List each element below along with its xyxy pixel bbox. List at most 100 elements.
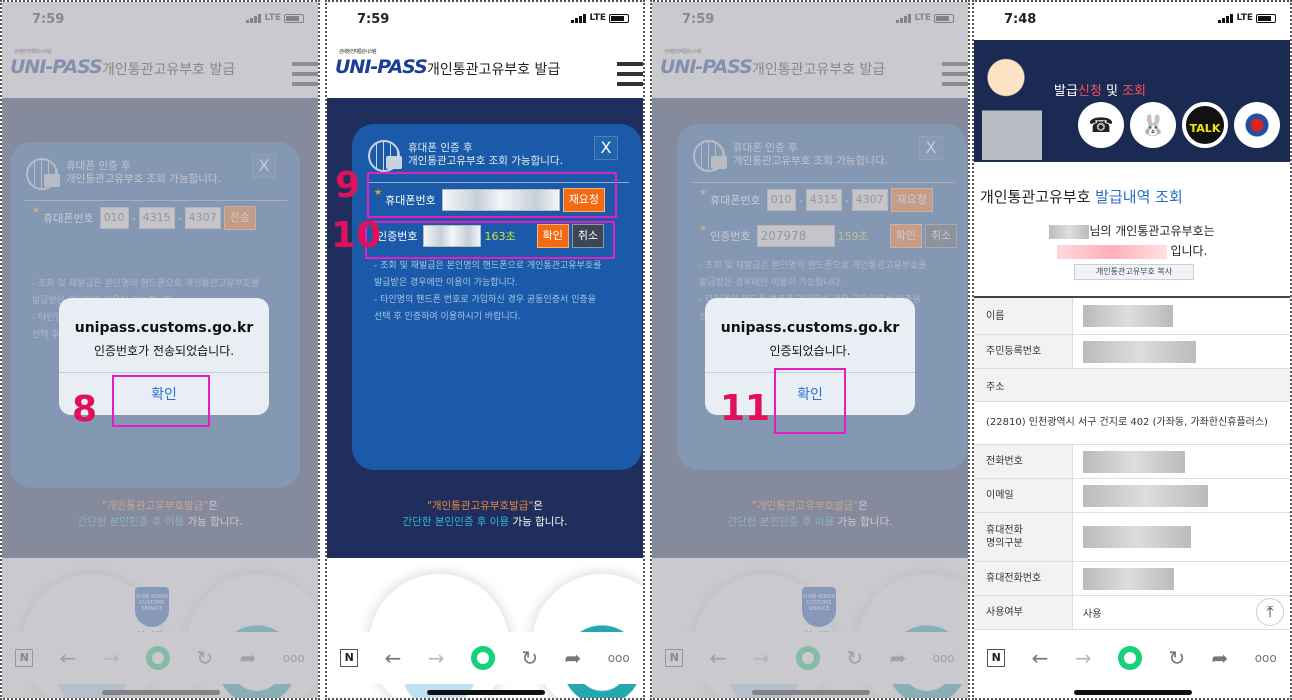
refresh-icon[interactable]: ↻ bbox=[1168, 646, 1185, 670]
alert-message: 인증번호가 전송되었습니다. bbox=[93, 344, 235, 358]
row-label: 주소 bbox=[974, 369, 1290, 401]
status-bar: 7:48 LTE bbox=[974, 2, 1290, 36]
close-button[interactable]: X bbox=[594, 136, 618, 160]
footer-quote: "개인통관고유부호발급" bbox=[427, 500, 534, 512]
green-dot-button[interactable] bbox=[1117, 646, 1142, 670]
status-time: 7:59 bbox=[357, 12, 390, 27]
text-segment: 조회 bbox=[1122, 84, 1146, 99]
issuance-details-table: 이름 주민등록번호 주소 (22810) 인천광역시 서구 건지로 402 (가좌동,… bbox=[974, 296, 1290, 630]
annotation-box-phone bbox=[367, 172, 617, 218]
card-title-line: 개인통관고유부호 조회 가능합니다. bbox=[408, 155, 563, 167]
page-title: 개인통관고유부호 발급 bbox=[427, 62, 561, 78]
detective-mascot-icon bbox=[982, 50, 1042, 160]
text-segment: 신청 bbox=[1077, 84, 1102, 99]
table-row: 사용여부 사용 bbox=[974, 596, 1290, 630]
table-row: 이메일 bbox=[974, 479, 1290, 513]
naver-home-button[interactable]: N bbox=[987, 649, 1006, 667]
status-time: 7:48 bbox=[1004, 12, 1037, 27]
row-value-redacted bbox=[1073, 335, 1290, 368]
share-icon[interactable]: ➦ bbox=[565, 646, 582, 670]
row-value-redacted bbox=[1073, 445, 1290, 478]
row-value-redacted bbox=[1073, 513, 1290, 561]
network-label: LTE bbox=[1236, 13, 1253, 23]
notice-line: - 조회 및 재발급은 본인명의 핸드폰으로 개인통관고유부호를 bbox=[374, 261, 602, 271]
notice-text: - 조회 및 재발급은 본인명의 핸드폰으로 개인통관고유부호를 발급받은 경우… bbox=[374, 258, 634, 326]
forward-arrow-icon[interactable]: → bbox=[428, 646, 445, 670]
network-label: LTE bbox=[589, 13, 606, 23]
table-row: 주민등록번호 bbox=[974, 335, 1290, 369]
battery-icon bbox=[609, 13, 629, 23]
row-label: 전화번호 bbox=[974, 445, 1073, 478]
hamburger-menu-icon[interactable] bbox=[617, 62, 643, 92]
signal-icon bbox=[1218, 13, 1234, 23]
step-number: 11 bbox=[720, 388, 771, 429]
text-segment: 발급 bbox=[1054, 84, 1078, 99]
green-dot-button[interactable] bbox=[470, 646, 495, 670]
mascot-chat-icon[interactable]: 🐰 bbox=[1130, 102, 1176, 148]
annotation-box bbox=[774, 368, 846, 434]
card-title-line: 휴대폰 인증 후 bbox=[408, 142, 473, 154]
copy-code-button[interactable]: 개인통관고유부호 복사 bbox=[1074, 264, 1194, 280]
home-indicator bbox=[427, 690, 545, 695]
government-emblem-icon[interactable] bbox=[1234, 102, 1280, 148]
browser-toolbar: N ← → ↻ ➦ ooo bbox=[327, 632, 643, 684]
row-value-redacted bbox=[1073, 562, 1290, 595]
more-icon[interactable]: ooo bbox=[608, 651, 630, 665]
row-value-redacted bbox=[1073, 479, 1290, 512]
forward-arrow-icon[interactable]: → bbox=[1075, 646, 1092, 670]
alert-domain: unipass.customs.go.kr bbox=[720, 320, 900, 336]
more-icon[interactable]: ooo bbox=[1255, 651, 1277, 665]
phone-screen-3: 7:59 LTE 관세청 전자통관시스템UNI-PASS 개인통관고유부호 발급… bbox=[650, 0, 970, 700]
owner-suffix: 님의 개인통관고유부호는 bbox=[1089, 224, 1215, 238]
phone-screen-2: 7:59 LTE 관세청 전자통관시스템 UNI-PASS 개인통관고유부호 발급… bbox=[325, 0, 645, 700]
kakaotalk-icon[interactable]: TALK bbox=[1182, 102, 1228, 148]
phone-call-icon[interactable]: ☎ bbox=[1078, 102, 1124, 148]
table-row: 주소 bbox=[974, 369, 1290, 402]
card-title: 휴대폰 인증 후개인통관고유부호 조회 가능합니다. bbox=[408, 142, 563, 168]
row-label: 휴대전화 명의구분 bbox=[974, 513, 1073, 561]
battery-icon bbox=[1256, 13, 1276, 23]
refresh-icon[interactable]: ↻ bbox=[521, 646, 538, 670]
table-row: 휴대전화 명의구분 bbox=[974, 513, 1290, 562]
table-row: 이름 bbox=[974, 298, 1290, 335]
back-arrow-icon[interactable]: ← bbox=[385, 646, 402, 670]
footer-highlight: 간단한 본인인증 후 이용 bbox=[402, 516, 510, 528]
row-value-redacted bbox=[1073, 298, 1290, 334]
phone-screen-4: 7:48 LTE 발급신청 및 조회 ☎ 🐰 TALK 개인통관고유부호 발급내… bbox=[972, 0, 1292, 700]
back-arrow-icon[interactable]: ← bbox=[1032, 646, 1049, 670]
text-segment: 발급내역 조회 bbox=[1095, 188, 1183, 206]
scroll-top-button[interactable]: ⤒ bbox=[1256, 598, 1284, 626]
home-indicator bbox=[1074, 690, 1192, 695]
alert-domain: unipass.customs.go.kr bbox=[74, 320, 254, 336]
notice-line: 발급받은 경우에만 이용이 가능합니다. bbox=[374, 278, 518, 288]
footer-suffix: 가능 합니다. bbox=[509, 516, 568, 528]
code-suffix: 입니다. bbox=[1166, 244, 1208, 258]
step-number: 8 bbox=[72, 389, 98, 430]
annotation-box-auth bbox=[365, 221, 615, 259]
status-icons: LTE bbox=[571, 13, 629, 23]
browser-toolbar: N ← → ↻ ➦ ooo bbox=[974, 632, 1290, 684]
row-label: 주민등록번호 bbox=[974, 335, 1073, 368]
notice-line: 선택 후 인증하여 이용하시기 바랍니다. bbox=[374, 312, 521, 322]
site-header: 관세청 전자통관시스템UNI-PASS 개인통관고유부호 발급 bbox=[327, 42, 643, 98]
step-number: 10 bbox=[331, 215, 382, 256]
alert-message: 인증되었습니다. bbox=[769, 344, 851, 358]
unipass-logo[interactable]: 관세청 전자통관시스템UNI-PASS bbox=[335, 49, 428, 78]
address-value: (22810) 인천광역시 서구 건지로 402 (가좌동, 가좌한신휴플러스) bbox=[986, 417, 1268, 428]
status-icons: LTE bbox=[1218, 13, 1276, 23]
naver-home-button[interactable]: N bbox=[340, 649, 359, 667]
share-icon[interactable]: ➦ bbox=[1212, 646, 1229, 670]
status-bar: 7:59 LTE bbox=[327, 2, 643, 36]
row-label: 사용여부 bbox=[974, 596, 1073, 629]
notice-line: - 타인명의 핸드폰 번호로 가입하신 경우 공동인증서 인증을 bbox=[374, 295, 596, 305]
row-label: 휴대전화번호 bbox=[974, 562, 1073, 595]
footer-quote-suffix: 은 bbox=[533, 500, 543, 512]
annotation-box bbox=[112, 375, 210, 427]
result-title: 개인통관고유부호 발급내역 조회 bbox=[980, 186, 1183, 207]
phone-screen-1: 7:59 LTE 관세청 전자통관시스템UNI-PASS 개인통관고유부호 발급… bbox=[0, 0, 320, 700]
table-row: (22810) 인천광역시 서구 건지로 402 (가좌동, 가좌한신휴플러스) bbox=[974, 402, 1290, 445]
text-segment: 및 bbox=[1101, 84, 1123, 99]
code-line: 입니다. bbox=[974, 242, 1290, 259]
text-segment: 개인통관고유부호 bbox=[980, 188, 1096, 206]
lock-icon bbox=[386, 156, 402, 169]
